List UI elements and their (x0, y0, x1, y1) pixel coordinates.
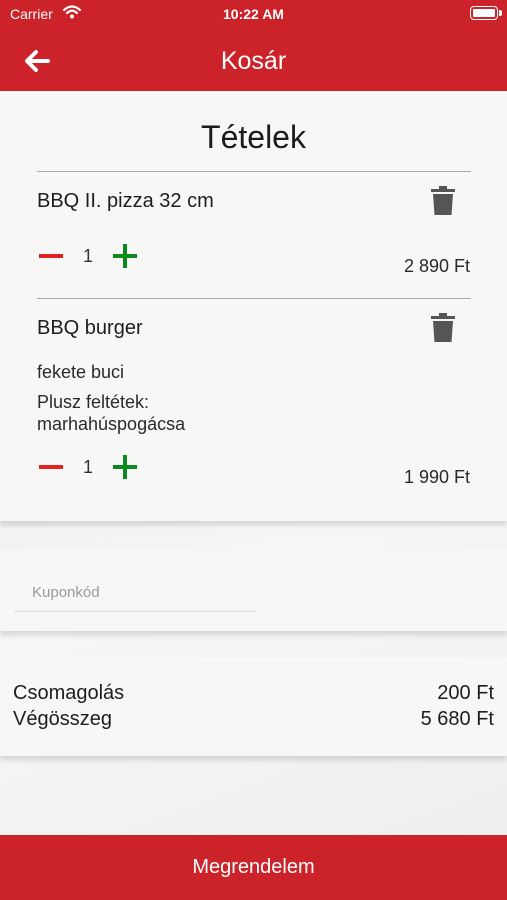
battery-icon (470, 6, 498, 20)
increase-quantity-button[interactable] (112, 243, 138, 269)
item-name: BBQ burger (37, 317, 143, 339)
total-label: Végösszeg (13, 708, 112, 730)
item-quantity: 1 (82, 246, 93, 266)
item-option: Plusz feltétek: (37, 392, 150, 412)
coupon-card (0, 549, 507, 631)
battery-nub (499, 10, 502, 16)
item-name: BBQ II. pizza 32 cm (37, 190, 214, 212)
status-time: 10:22 AM (223, 6, 284, 22)
header-bar: Carrier 10:22 AM Kosár (0, 0, 507, 91)
item-option: fekete buci (37, 362, 125, 382)
trash-icon[interactable] (430, 186, 456, 216)
item-price: 2 890 Ft (403, 256, 470, 276)
trash-icon[interactable] (430, 313, 456, 343)
page-title: Kosár (220, 47, 287, 75)
decrease-quantity-button[interactable] (38, 454, 64, 480)
increase-quantity-button[interactable] (112, 454, 138, 480)
totals-card: Csomagolás 200 Ft Végösszeg 5 680 Ft (0, 657, 507, 756)
packaging-value: 200 Ft (437, 682, 494, 704)
coupon-code-input[interactable] (14, 574, 256, 612)
decrease-quantity-button[interactable] (38, 243, 64, 269)
item-quantity: 1 (82, 457, 93, 477)
item-option: marhahúspogácsa (37, 414, 186, 434)
divider (37, 298, 471, 299)
packaging-label: Csomagolás (13, 682, 125, 704)
item-price: 1 990 Ft (403, 467, 470, 487)
section-title: Tételek (201, 119, 306, 155)
status-bar: Carrier 10:22 AM (0, 0, 507, 28)
items-card: Tételek BBQ II. pizza 32 cm 1 2 890 Ft B… (0, 91, 507, 521)
divider (37, 171, 471, 172)
total-value: 5 680 Ft (420, 708, 494, 730)
place-order-button[interactable]: Megrendelem (0, 835, 507, 900)
